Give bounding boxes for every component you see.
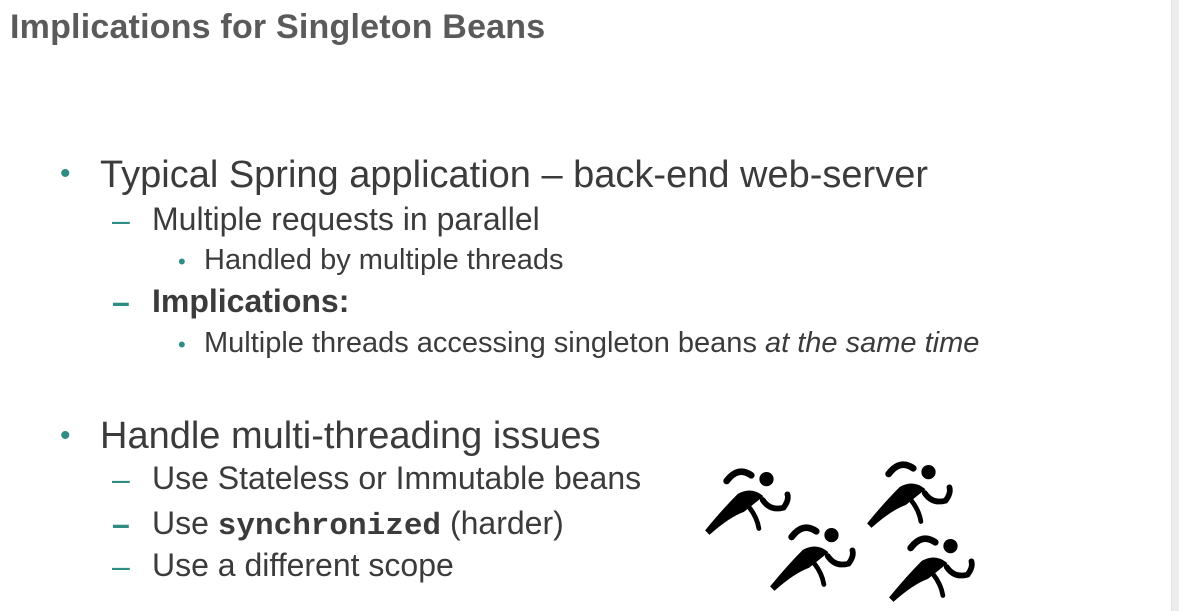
subbullet-implications: Implications: [152, 283, 350, 319]
detail-emphasis: at the same time [765, 327, 980, 359]
bullet-marker: • [60, 157, 71, 190]
dash-marker: – [112, 284, 130, 320]
code-synchronized: synchronized [217, 509, 442, 544]
slide: Implications for Singleton Beans • Typic… [0, 0, 1172, 611]
runner-icon [770, 524, 856, 591]
dash-marker: – [112, 548, 130, 584]
subbullet-multiple-requests: Multiple requests in parallel [152, 201, 540, 237]
bullet-multithreading: Handle multi-threading issues [100, 415, 601, 457]
runner-icon [889, 535, 975, 602]
bullet-typical-spring: Typical Spring application – back-end we… [100, 154, 928, 196]
subsubbullet-handled-threads: Handled by multiple threads [204, 244, 564, 276]
bullet-marker: • [60, 419, 71, 452]
dash-marker: – [112, 506, 130, 542]
subbullet-stateless: Use Stateless or Immutable beans [152, 460, 642, 496]
subbullet-different-scope: Use a different scope [152, 547, 454, 583]
item-suffix: (harder) [441, 505, 564, 541]
bullet-marker: • [178, 249, 186, 274]
bullet-marker: • [178, 332, 186, 357]
slide-title: Implications for Singleton Beans [10, 8, 546, 46]
subsubbullet-multiple-threads: Multiple threads accessing singleton bea… [204, 327, 979, 360]
subbullet-synchronized: Use synchronized (harder) [152, 505, 564, 544]
dash-marker: – [112, 461, 130, 497]
dash-marker: – [112, 202, 130, 238]
runner-icon [867, 461, 953, 528]
window-edge [1171, 0, 1179, 611]
detail-text: Multiple threads accessing singleton bea… [204, 327, 765, 359]
item-prefix: Use [152, 505, 218, 541]
